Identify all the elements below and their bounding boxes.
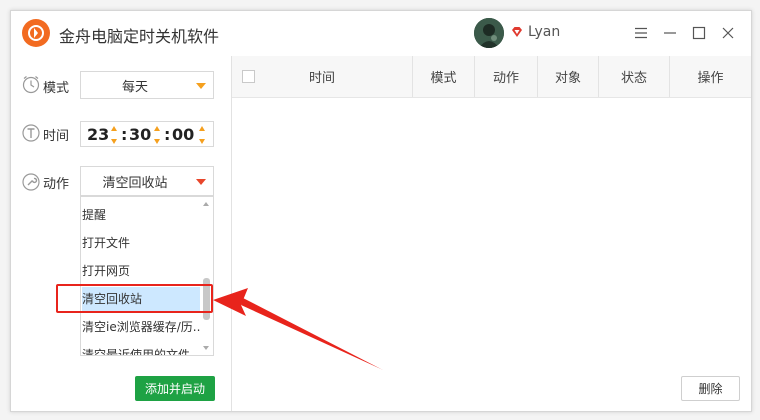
hour-value[interactable]: 23 [87, 125, 109, 144]
title-bar: 金舟电脑定时关机软件 Lyan [11, 11, 751, 56]
action-label: 动作 [43, 177, 70, 192]
minimize-icon[interactable] [658, 21, 682, 45]
hour-stepper[interactable] [111, 126, 119, 144]
timer-icon [22, 124, 40, 142]
column-header-mode: 模式 [412, 56, 474, 97]
second-value[interactable]: 00 [172, 125, 194, 144]
list-item[interactable]: 提醒 [82, 203, 200, 227]
action-value: 清空回收站 [102, 175, 168, 191]
time-separator: : [121, 125, 128, 144]
mode-label: 模式 [43, 81, 70, 96]
chevron-down-icon [196, 83, 206, 89]
column-header-time: 时间 [308, 71, 335, 86]
scroll-down-arrow-icon[interactable] [203, 346, 209, 350]
minute-stepper[interactable] [154, 126, 162, 144]
annotation-highlight-box [56, 284, 213, 313]
task-settings-panel: 模式 每天 时间 23 : 30 : 00 动作 清空回收站 提醒 打开文件 打… [11, 56, 232, 411]
minute-value[interactable]: 30 [129, 125, 151, 144]
time-label: 时间 [43, 129, 70, 144]
delete-button[interactable]: 删除 [681, 376, 740, 401]
column-header-target: 对象 [537, 56, 598, 97]
list-item[interactable]: 打开网页 [82, 259, 200, 283]
clock-icon [22, 76, 40, 94]
column-header-operation: 操作 [669, 56, 751, 97]
username[interactable]: Lyan [528, 24, 560, 40]
wrench-icon [22, 173, 40, 191]
action-select[interactable]: 清空回收站 [80, 166, 214, 196]
action-dropdown-list[interactable]: 提醒 打开文件 打开网页 清空回收站 清空ie浏览器缓存/历.. 清空最近使用的… [80, 196, 214, 356]
column-header-action: 动作 [474, 56, 537, 97]
hamburger-menu-icon[interactable] [629, 21, 653, 45]
vip-diamond-icon [512, 27, 522, 37]
app-logo-icon [22, 19, 50, 47]
list-item[interactable]: 打开文件 [82, 231, 200, 255]
task-table-header: 时间 模式 动作 对象 状态 操作 [232, 56, 751, 98]
scroll-up-arrow-icon[interactable] [203, 202, 209, 206]
second-stepper[interactable] [199, 126, 207, 144]
close-icon[interactable] [716, 21, 740, 45]
add-and-start-button[interactable]: 添加并启动 [135, 376, 215, 401]
chevron-down-icon [196, 179, 206, 185]
time-separator: : [164, 125, 171, 144]
list-item[interactable]: 清空最近使用的文件 [82, 343, 200, 355]
dropdown-scrollbar[interactable] [201, 198, 212, 354]
app-window: 金舟电脑定时关机软件 Lyan 模式 每天 时间 23: 30: 00 动作… [10, 10, 752, 412]
maximize-icon[interactable] [687, 21, 711, 45]
time-picker[interactable]: 23 : 30 : 00 [80, 121, 214, 147]
mode-value: 每天 [121, 79, 148, 95]
avatar[interactable] [474, 18, 504, 48]
mode-select[interactable]: 每天 [80, 71, 214, 99]
app-title: 金舟电脑定时关机软件 [59, 27, 220, 46]
list-item[interactable]: 清空ie浏览器缓存/历.. [82, 315, 200, 339]
column-header-status: 状态 [598, 56, 669, 97]
